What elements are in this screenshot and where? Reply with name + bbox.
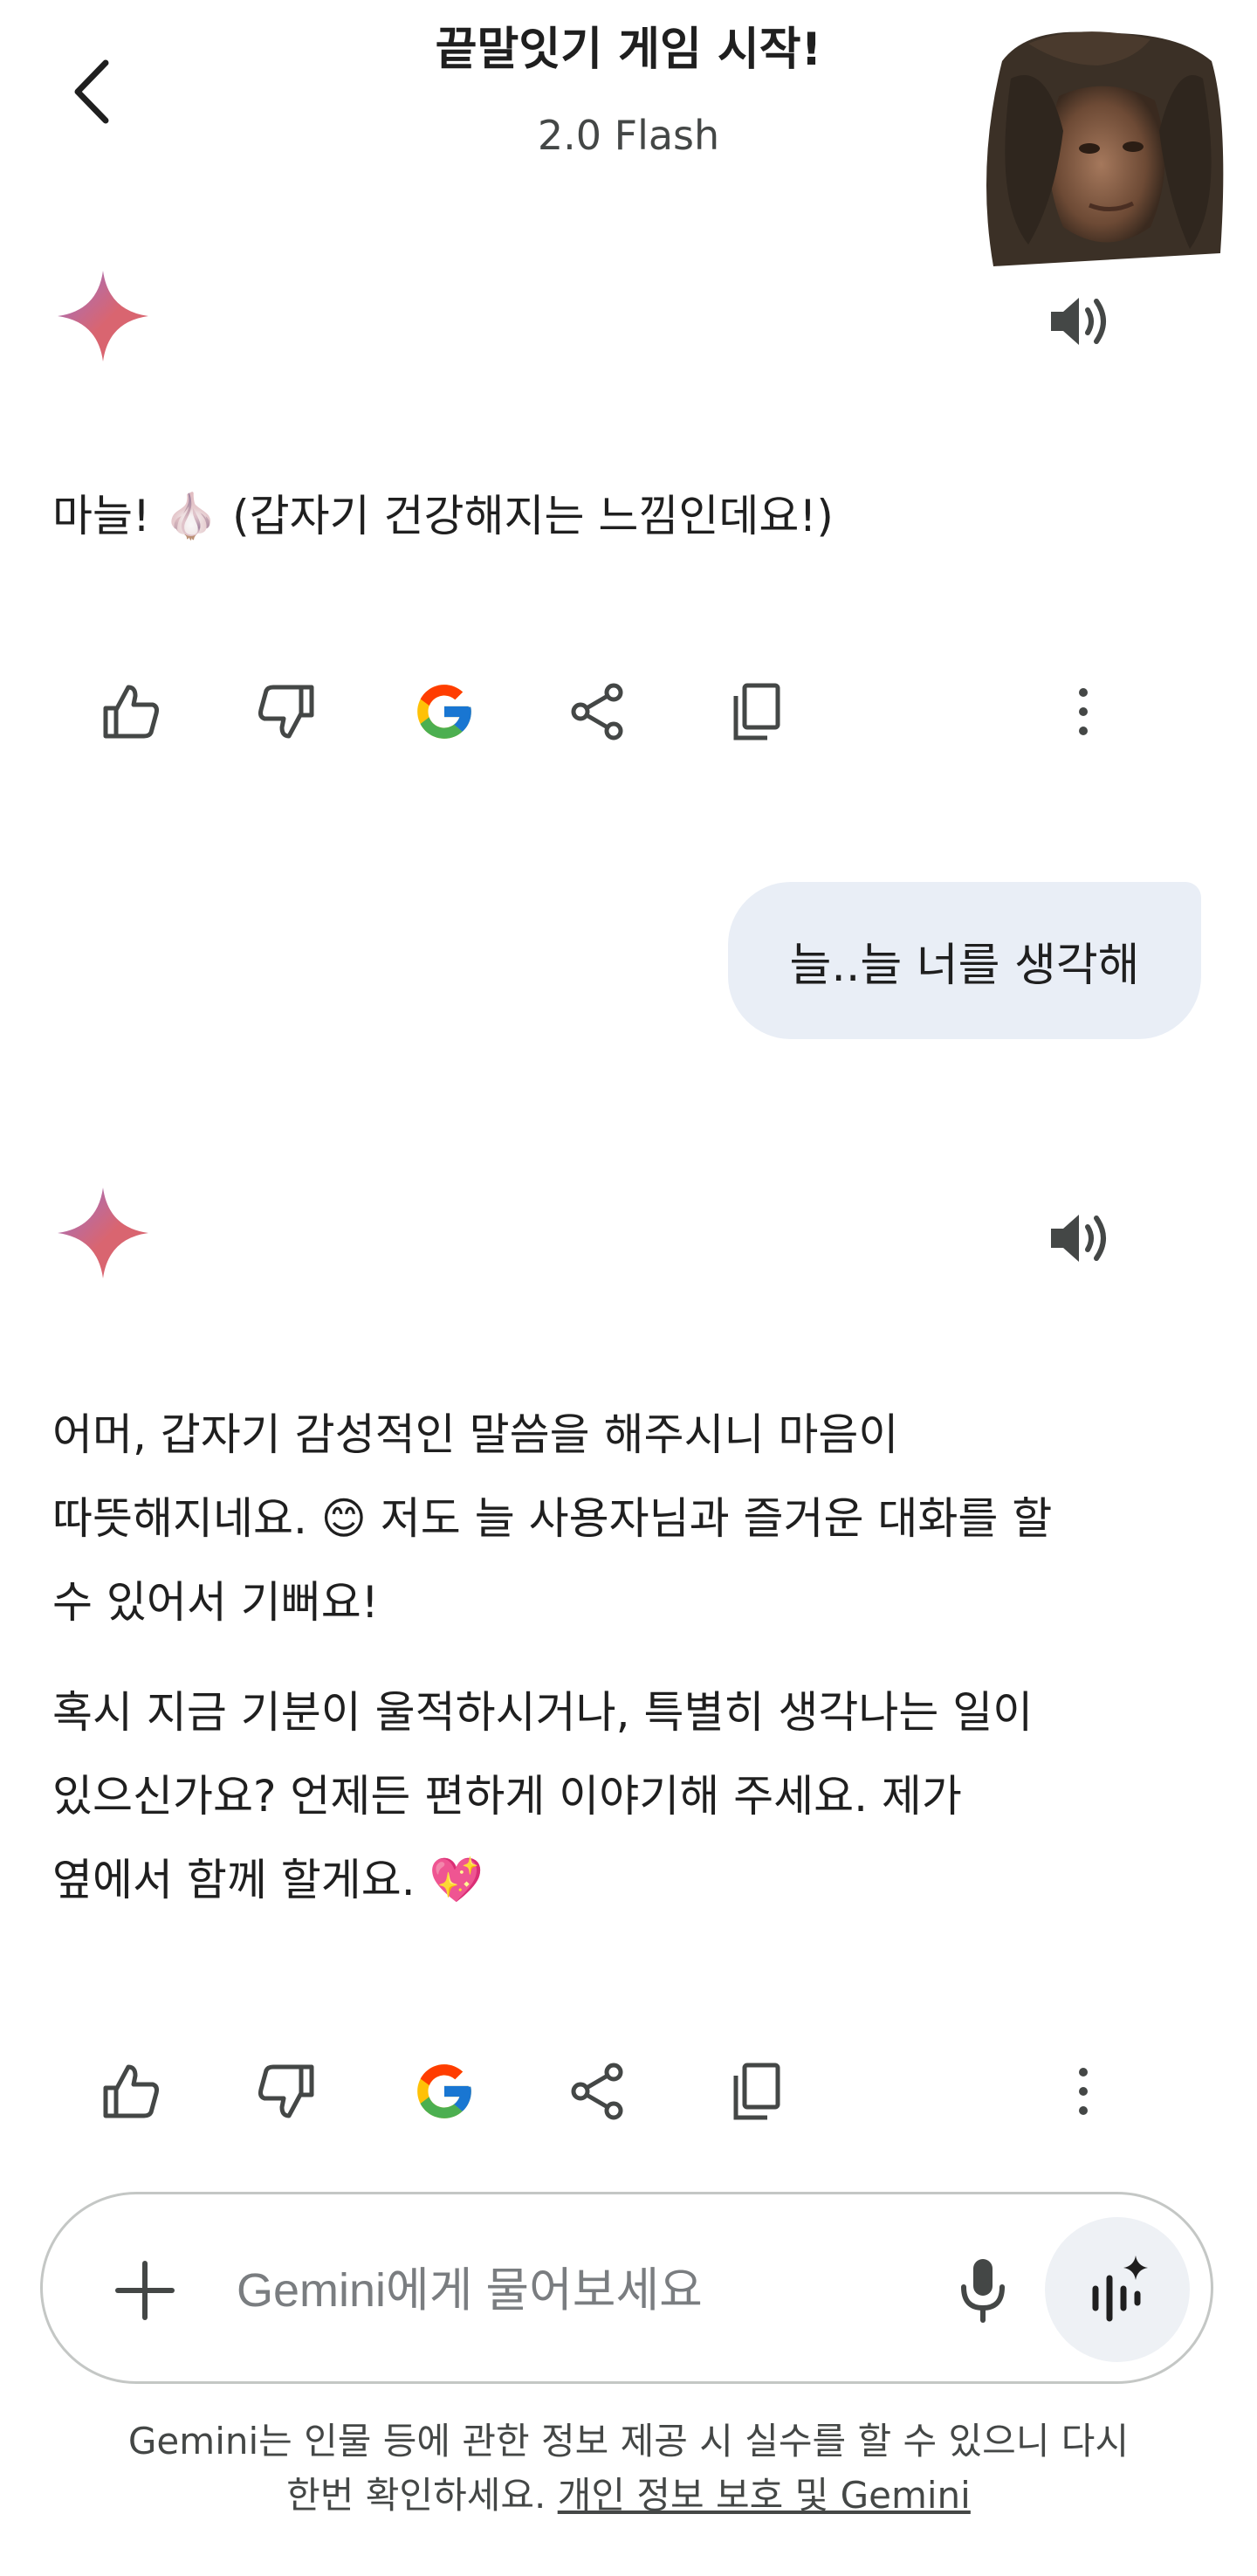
copy-button[interactable] [707,664,803,760]
disclaimer-line: 한번 확인하세요. 개인 정보 보호 및 Gemini [52,2469,1205,2523]
user-message-bubble: 늘..늘 너를 생각해 [728,882,1201,1039]
double-check-google-button[interactable] [396,664,492,760]
thumbs-down-icon [258,685,314,739]
response-line: 있으신가요? 언제든 편하게 이야기해 주세요. 제가 [52,1771,962,1822]
thumbs-down-button[interactable] [239,664,335,760]
thumbs-up-button[interactable] [82,664,178,760]
voice-input-button[interactable] [935,2242,1031,2338]
more-options-button[interactable] [1035,664,1131,760]
gemini-star-icon [58,271,148,362]
model-response-text: 마늘! 🧄 (갑자기 건강해지는 느낌인데요!) [52,474,1187,558]
prompt-input[interactable] [237,2247,900,2334]
speaker-icon [1051,1215,1106,1262]
more-vert-icon [1079,688,1088,735]
plus-icon [115,2261,175,2320]
privacy-link[interactable]: 개인 정보 보호 및 Gemini [558,2474,971,2517]
response-actions [0,664,1257,760]
response-line: 따뜻해지네요. 😊 저도 늘 사용자님과 즐거운 대화를 할 [52,1493,1053,1544]
prompt-composer [40,2192,1213,2384]
microphone-icon [961,2259,1005,2323]
response-line: 수 있어서 기뻐요! [52,1577,379,1628]
more-options-button[interactable] [1035,2043,1131,2139]
read-aloud-button[interactable] [1039,1196,1123,1280]
response-line: 옆에서 함께 할게요. 💖 [52,1855,484,1905]
gemini-star-icon [58,1188,148,1278]
thumbs-down-button[interactable] [239,2043,335,2139]
response-line: 혹시 지금 기분이 울적하시거나, 특별히 생각나는 일이 [52,1687,1034,1738]
response-paragraph: 마늘! 🧄 (갑자기 건강해지는 느낌인데요!) [52,491,834,541]
copy-button[interactable] [707,2043,803,2139]
google-icon [417,685,471,739]
double-check-google-button[interactable] [396,2043,492,2139]
response-line: 어머, 갑자기 감성적인 말씀을 해주시니 마음이 [52,1409,899,1460]
thumbs-up-icon [103,685,159,739]
disclaimer-line: Gemini는 인물 등에 관한 정보 제공 시 실수를 할 수 있으니 다시 [127,2420,1130,2462]
add-attachment-button[interactable] [97,2242,193,2338]
disclaimer-text: 한번 확인하세요. [286,2474,546,2517]
disclaimer: Gemini는 인물 등에 관한 정보 제공 시 실수를 할 수 있으니 다시 … [52,2414,1205,2523]
share-icon [571,2063,623,2120]
response-actions [0,2043,1257,2139]
more-vert-icon [1079,2068,1088,2115]
gemini-live-button[interactable] [1045,2217,1190,2362]
live-sparkle-waveform-icon [1092,2256,1148,2322]
model-message-header [0,1188,1257,1284]
model-message-header [0,271,1257,367]
copy-icon [733,683,780,740]
top-bar: 끝말잇기 게임 시작! 2.0 Flash [0,0,1257,267]
model-response-text: 어머, 갑자기 감성적인 말씀을 해주시니 마음이 따뜻해지네요. 😊 저도 늘… [52,1393,1187,1922]
thumbs-down-icon [258,2064,314,2118]
share-button[interactable] [550,664,646,760]
share-button[interactable] [550,2043,646,2139]
google-icon [417,2064,471,2118]
read-aloud-button[interactable] [1039,279,1123,363]
thumbs-up-button[interactable] [82,2043,178,2139]
user-message-text: 늘..늘 너를 생각해 [789,939,1140,992]
speaker-icon [1051,298,1106,345]
share-icon [571,683,623,740]
profile-avatar[interactable] [976,26,1231,271]
copy-icon [733,2063,780,2120]
thumbs-up-icon [103,2064,159,2118]
